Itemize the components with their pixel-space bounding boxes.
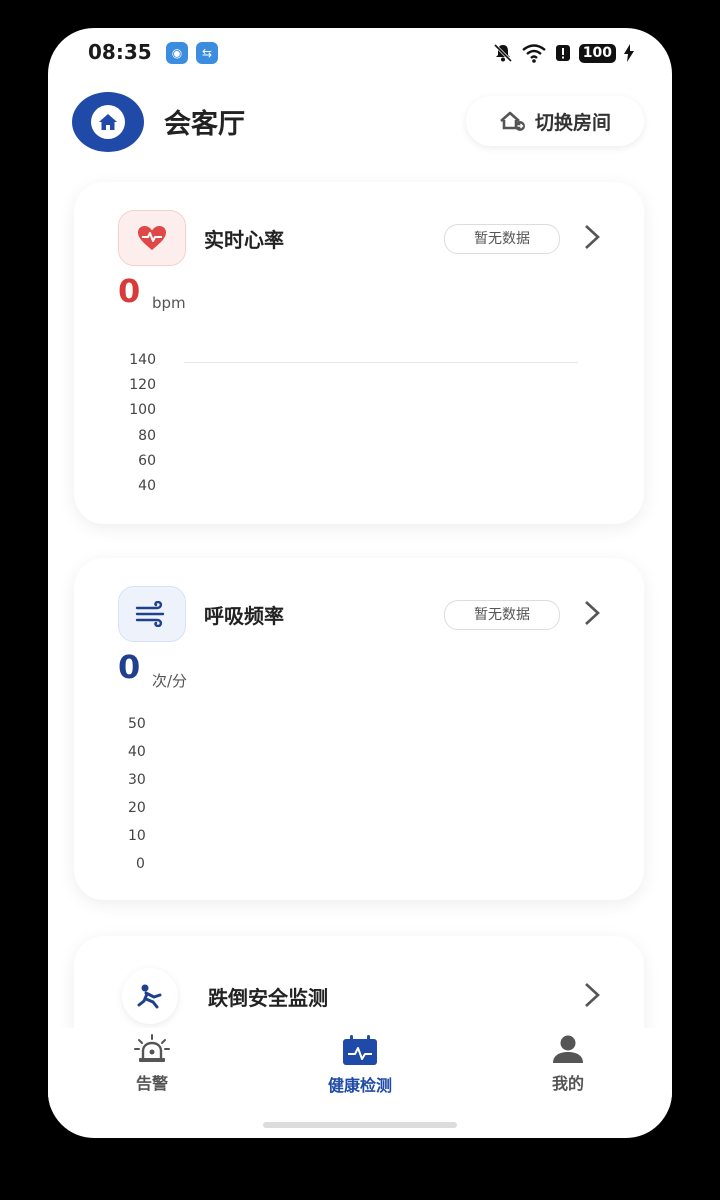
switch-room-label: 切换房间 (534, 111, 611, 134)
breathing-rate-unit: 次/分 (152, 672, 188, 690)
breathing-rate-value: 0 (118, 648, 141, 686)
y-tick-label: 140 (129, 352, 156, 368)
tab-alarm[interactable]: 告警 (92, 1034, 212, 1094)
y-tick-label: 60 (138, 453, 156, 469)
y-tick-label: 10 (128, 828, 146, 844)
tab-alarm-label: 告警 (135, 1074, 168, 1093)
heart-rate-value: 0 (118, 272, 141, 310)
health-calendar-icon (343, 1035, 377, 1065)
y-tick-label: 30 (128, 772, 146, 788)
heart-rate-card[interactable]: 实时心率 暂无数据 0 bpm 140 120 100 80 60 40 (74, 182, 644, 524)
mute-bell-icon (493, 43, 512, 63)
tab-health-label: 健康检测 (327, 1076, 392, 1095)
tab-mine[interactable]: 我的 (508, 1034, 628, 1094)
y-tick-label: 100 (129, 402, 156, 418)
notification-app-icon: ◉ (166, 42, 188, 64)
status-bar: 08:35 ◉ ⇆ 100 (48, 28, 672, 80)
breathing-rate-status-badge: 暂无数据 (444, 600, 560, 630)
chart-gridline (184, 362, 578, 363)
person-icon (553, 1035, 583, 1063)
sim-alert-icon (555, 45, 570, 61)
y-tick-label: 50 (128, 716, 146, 732)
phone-screen: 08:35 ◉ ⇆ 100 会客厅 切换房间 实时心率 暂无数据 0 bpm 1… (48, 28, 672, 1138)
room-header: 会客厅 切换房间 (48, 88, 672, 158)
charging-icon (624, 44, 634, 62)
heart-rate-unit: bpm (152, 294, 186, 312)
chevron-right-icon[interactable] (580, 980, 604, 1010)
room-title: 会客厅 (164, 109, 245, 140)
y-tick-label: 120 (129, 377, 156, 393)
switch-room-button[interactable]: 切换房间 (466, 96, 644, 146)
heart-rate-title: 实时心率 (204, 228, 284, 252)
bottom-tab-bar: 告警 健康检测 我的 (48, 1028, 672, 1108)
chevron-right-icon[interactable] (580, 222, 604, 252)
home-indicator[interactable] (263, 1122, 457, 1128)
wifi-icon (522, 44, 546, 63)
chevron-right-icon[interactable] (580, 598, 604, 628)
breathing-rate-card[interactable]: 呼吸频率 暂无数据 0 次/分 50 40 30 20 10 0 (74, 558, 644, 900)
switch-home-icon (500, 111, 525, 131)
usb-icon: ⇆ (196, 42, 218, 64)
status-time: 08:35 (88, 40, 152, 64)
status-indicators: 100 (493, 41, 634, 65)
y-tick-label: 0 (136, 856, 145, 868)
battery-level: 100 (578, 43, 616, 63)
heart-rate-status-badge: 暂无数据 (444, 224, 560, 254)
y-tick-label: 80 (138, 428, 156, 444)
y-tick-label: 40 (138, 478, 156, 490)
home-button[interactable] (72, 92, 144, 152)
falling-person-icon (122, 968, 178, 1024)
breathing-rate-title: 呼吸频率 (204, 604, 284, 628)
home-icon (91, 105, 125, 139)
heart-rate-icon (118, 210, 186, 266)
fall-detection-title: 跌倒安全监测 (208, 986, 328, 1010)
tab-health[interactable]: 健康检测 (300, 1034, 420, 1096)
y-tick-label: 20 (128, 800, 146, 816)
y-tick-label: 40 (128, 744, 146, 760)
alarm-light-icon (134, 1034, 170, 1062)
tab-mine-label: 我的 (551, 1074, 584, 1093)
wind-icon (118, 586, 186, 642)
